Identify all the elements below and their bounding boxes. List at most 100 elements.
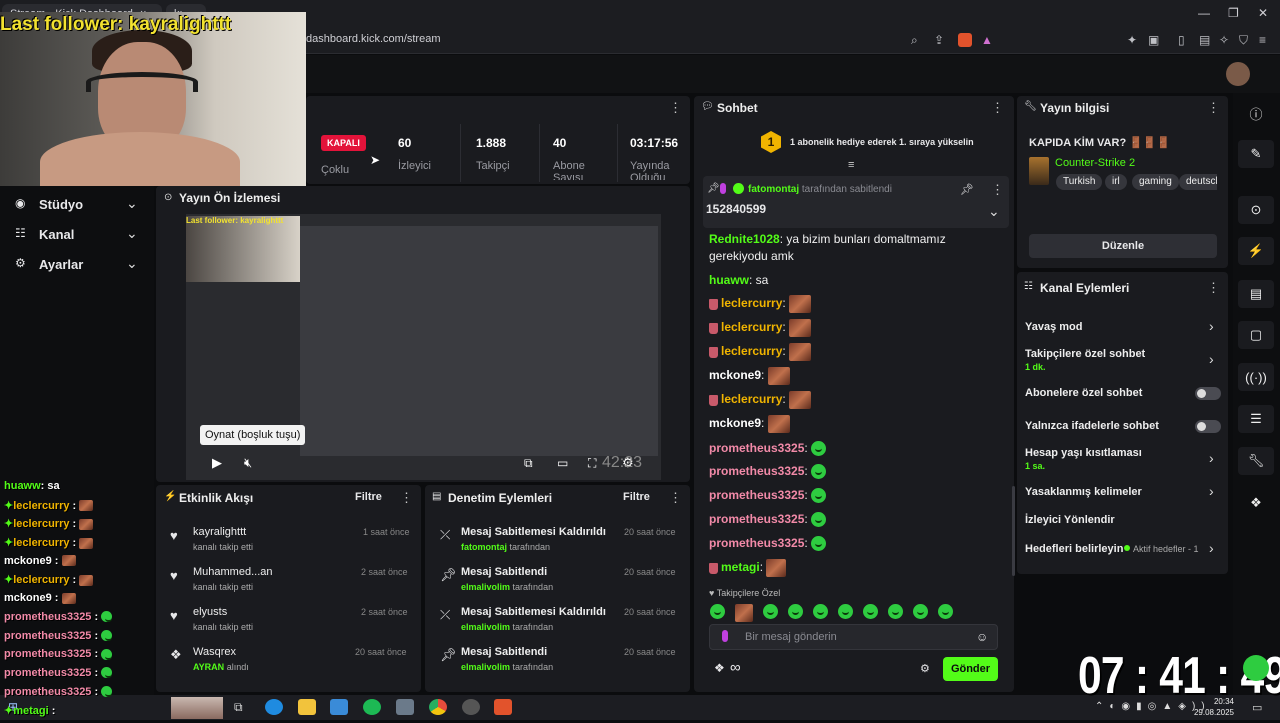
calculator-icon[interactable] xyxy=(396,699,414,715)
emote-icon[interactable] xyxy=(788,604,803,619)
infinity-icon[interactable]: ∞ xyxy=(730,659,741,676)
more-options-icon[interactable]: ⋮ xyxy=(1207,280,1220,296)
sidebar-item-studio[interactable]: Stüdyo xyxy=(39,197,83,212)
brave-shield-icon[interactable] xyxy=(958,33,972,47)
chat-settings-icon[interactable]: ⚙ xyxy=(920,662,930,675)
redirect-viewers-label[interactable]: İzleyici Yönlendir xyxy=(1025,514,1115,526)
extensions-icon[interactable]: ✦ xyxy=(1127,33,1137,47)
wrench-icon[interactable]: 🔧︎ xyxy=(1238,447,1274,475)
preview-icon[interactable]: ⊙ xyxy=(1238,196,1274,224)
slow-mode-label[interactable]: Yavaş mod xyxy=(1025,321,1082,333)
chevron-right-icon[interactable]: › xyxy=(1209,318,1214,334)
emote-icon[interactable] xyxy=(863,604,878,619)
emoji-icon[interactable]: ☺ xyxy=(976,630,988,644)
more-options-icon[interactable]: ⋮ xyxy=(669,490,682,506)
more-options-icon[interactable]: ⋮ xyxy=(1207,100,1220,116)
share-icon[interactable]: ⇪ xyxy=(934,33,944,47)
info-icon[interactable]: ⓘ xyxy=(1238,99,1274,127)
chevron-right-icon[interactable]: › xyxy=(1209,540,1214,556)
chat-username[interactable]: prometheus3325 xyxy=(709,536,804,550)
mic-icon[interactable] xyxy=(722,630,728,642)
spotify-icon[interactable] xyxy=(363,699,381,715)
emote-icon[interactable] xyxy=(913,604,928,619)
wallet-icon[interactable]: ▤ xyxy=(1199,33,1210,47)
account-age-label[interactable]: Hesap yaşı kısıtlaması xyxy=(1025,447,1142,459)
avatar[interactable] xyxy=(1226,62,1250,86)
tag[interactable]: Turkish xyxy=(1056,174,1103,190)
expand-icon[interactable]: ≡ xyxy=(848,159,854,171)
minimize-icon[interactable]: — xyxy=(1198,6,1210,20)
more-options-icon[interactable]: ⋮ xyxy=(991,182,1004,198)
edit-button[interactable]: Düzenle xyxy=(1029,234,1217,258)
chat-username[interactable]: metagi xyxy=(721,560,760,574)
document-icon[interactable]: ▤ xyxy=(1238,280,1274,308)
chat-username[interactable]: prometheus3325 xyxy=(709,464,804,478)
chat-username[interactable]: leclercurry xyxy=(721,320,782,334)
restore-icon[interactable]: ❐ xyxy=(1228,6,1239,20)
sidebar-toggle-icon[interactable]: ▯ xyxy=(1178,33,1185,47)
play-icon[interactable]: ▶ xyxy=(212,455,222,471)
activity-icon[interactable]: ⚡ xyxy=(1238,237,1274,265)
url-field[interactable]: dashboard.kick.com/stream xyxy=(306,33,441,45)
tag[interactable]: irl xyxy=(1105,174,1127,190)
rewards-icon[interactable]: ▲ xyxy=(981,33,993,47)
tabs-icon[interactable]: ▣ xyxy=(1148,33,1159,47)
emote-icon[interactable] xyxy=(735,604,753,622)
emote-icon[interactable] xyxy=(763,604,778,619)
emote-icon[interactable] xyxy=(813,604,828,619)
close-window-icon[interactable]: ✕ xyxy=(1258,6,1268,20)
explorer-icon[interactable] xyxy=(298,699,316,715)
chat-input-placeholder[interactable]: Bir mesaj gönderin xyxy=(745,631,837,643)
emote-chat-toggle[interactable] xyxy=(1195,420,1221,433)
fullscreen-icon[interactable]: ⛶ xyxy=(588,456,596,471)
chat-username[interactable]: leclercurry xyxy=(721,392,782,406)
chat-icon[interactable]: ▢ xyxy=(1238,321,1274,349)
chat-username[interactable]: prometheus3325 xyxy=(709,512,804,526)
pin-icon[interactable]: 📌︎ xyxy=(960,183,974,196)
edit-icon[interactable]: ✎ xyxy=(1238,140,1274,168)
more-options-icon[interactable]: ⋮ xyxy=(400,490,413,506)
chrome-icon[interactable] xyxy=(429,699,447,715)
banned-words-label[interactable]: Yasaklanmış kelimeler xyxy=(1025,486,1142,498)
chat-username[interactable]: Rednite1028 xyxy=(709,232,780,246)
brave-icon[interactable] xyxy=(494,699,512,715)
chat-username[interactable]: mckone9 xyxy=(709,368,761,382)
chat-username[interactable]: prometheus3325 xyxy=(709,488,804,502)
chevron-down-icon[interactable]: ⌄ xyxy=(126,255,138,272)
leo-icon[interactable]: ✧ xyxy=(1219,33,1229,47)
chevron-down-icon[interactable]: ⌄ xyxy=(988,203,1000,220)
subs-chat-toggle[interactable] xyxy=(1195,387,1221,400)
store-icon[interactable] xyxy=(330,699,348,715)
goals-label[interactable]: Hedefleri belirleyin xyxy=(1025,543,1123,555)
obs-icon[interactable] xyxy=(462,699,480,715)
points-icon[interactable]: ❖ xyxy=(714,661,725,675)
sidebar-item-channel[interactable]: Kanal xyxy=(39,227,74,242)
chevron-right-icon[interactable]: › xyxy=(1209,450,1214,466)
chat-username[interactable]: huaww xyxy=(709,273,749,287)
task-view-icon[interactable]: ⧉ xyxy=(234,700,243,715)
chat-username[interactable]: leclercurry xyxy=(721,296,782,310)
more-options-icon[interactable]: ⋮ xyxy=(669,100,682,116)
edge-icon[interactable] xyxy=(265,699,283,715)
filter-button[interactable]: Filtre xyxy=(355,491,382,503)
chat-username[interactable]: leclercurry xyxy=(721,344,782,358)
pip-icon[interactable]: ⧉ xyxy=(524,456,533,471)
theater-icon[interactable]: ▭ xyxy=(557,456,568,470)
layout-icon[interactable]: ☰ xyxy=(1238,405,1274,433)
emote-icon[interactable] xyxy=(710,604,725,619)
menu-icon[interactable]: ≡ xyxy=(1259,33,1266,47)
tag[interactable]: deutsch xyxy=(1179,174,1217,190)
chat-username[interactable]: prometheus3325 xyxy=(709,441,804,455)
emote-icon[interactable] xyxy=(838,604,853,619)
chevron-right-icon[interactable]: › xyxy=(1209,351,1214,367)
chevron-right-icon[interactable]: › xyxy=(1209,483,1214,499)
chevron-down-icon[interactable]: ⌄ xyxy=(126,225,138,242)
tag[interactable]: gaming xyxy=(1132,174,1179,190)
sidebar-item-settings[interactable]: Ayarlar xyxy=(39,257,83,272)
filter-button[interactable]: Filtre xyxy=(623,491,650,503)
chat-username[interactable]: mckone9 xyxy=(709,416,761,430)
game-name[interactable]: Counter-Strike 2 xyxy=(1055,157,1135,169)
chat-scrollbar[interactable] xyxy=(1012,486,1015,576)
more-options-icon[interactable]: ⋮ xyxy=(991,100,1004,116)
taskbar-thumbnail[interactable] xyxy=(171,697,223,719)
